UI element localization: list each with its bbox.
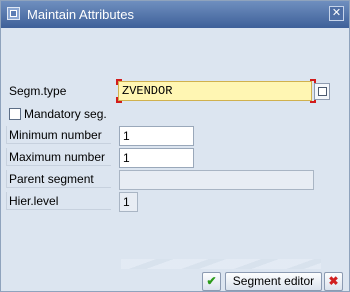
dialog-titlebar[interactable]: Maintain Attributes ✕: [1, 1, 349, 28]
maintain-attributes-dialog: Maintain Attributes ✕ Segm.type ZVENDOR …: [0, 0, 350, 292]
segment-editor-button[interactable]: Segment editor: [225, 272, 322, 291]
min-number-label: Minimum number: [9, 128, 102, 142]
ok-button[interactable]: ✔: [202, 272, 221, 291]
max-number-input[interactable]: 1: [119, 148, 194, 168]
segm-type-input[interactable]: ZVENDOR: [118, 81, 312, 101]
hier-level-field: 1: [119, 192, 138, 212]
window-icon: [7, 7, 20, 20]
focus-corner-tl: [116, 79, 122, 85]
max-number-label: Maximum number: [9, 150, 106, 164]
mandatory-seg-checkbox[interactable]: [9, 108, 21, 120]
footer-decoration: [121, 259, 321, 269]
min-number-input[interactable]: 1: [119, 126, 194, 146]
close-icon[interactable]: ✕: [329, 6, 344, 21]
cancel-button[interactable]: ✖: [324, 272, 343, 291]
parent-segment-label: Parent segment: [9, 172, 94, 186]
hier-level-label: Hier.level: [9, 194, 59, 208]
dialog-title: Maintain Attributes: [27, 7, 134, 22]
parent-segment-field: [119, 170, 314, 190]
value-help-icon[interactable]: [314, 83, 330, 100]
mandatory-seg-label: Mandatory seg.: [24, 107, 107, 121]
focus-corner-bl: [116, 97, 122, 103]
segm-type-label: Segm.type: [9, 84, 67, 98]
